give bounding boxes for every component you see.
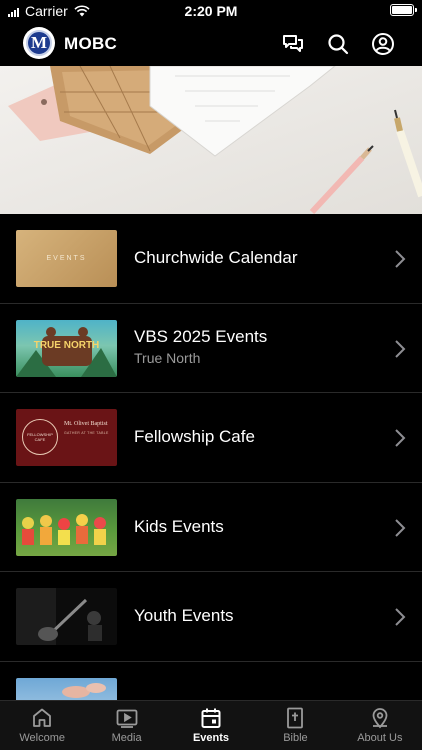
chevron-right-icon [395,339,406,358]
tab-label: Bible [283,732,308,744]
thumb-text: TRUE NORTH [33,339,100,351]
chevron-right-icon [395,429,406,447]
chevron-right-icon [395,608,406,626]
tab-label: Welcome [19,732,66,744]
app-logo[interactable]: M [23,27,55,59]
cafe-badge-text: FELLOWSHIP CAFE [27,432,53,442]
thumb-subtext: GATHER AT THE TABLE [64,431,109,435]
list-item[interactable]: Kids Events [0,483,422,572]
youth-photo [16,588,102,645]
tab-label: Events [192,732,230,744]
tab-bar: Welcome Media Events Bible About Us [0,700,422,750]
list-item[interactable]: TRUE NORTH VBS 2025 Events True North [0,304,422,393]
thumb-text: EVENTS [46,255,87,262]
tab-media[interactable]: Media [84,701,168,750]
tab-events[interactable]: Events [169,701,253,750]
hero-image [0,66,422,214]
event-thumbnail: EVENTS [16,230,117,287]
battery-icon [390,4,417,16]
event-thumbnail: FELLOWSHIP CAFE Mt. Olivet Baptist GATHE… [16,409,117,466]
event-thumbnail: TRUE NORTH [16,319,117,377]
bible-icon [287,707,304,729]
chevron-right-icon [395,518,406,537]
status-bar: Carrier 2:20 PM [0,0,422,22]
list-item[interactable]: EVENTS Churchwide Calendar [0,214,422,304]
account-icon[interactable] [371,32,395,56]
tab-about-us[interactable]: About Us [338,701,422,750]
cafe-badge: FELLOWSHIP CAFE [22,419,58,455]
list-item-title: Kids Events [134,516,224,536]
home-icon [33,708,52,727]
list-item[interactable]: FELLOWSHIP CAFE Mt. Olivet Baptist GATHE… [0,393,422,483]
app-header: M MOBC [0,22,422,66]
hero-illustration [0,66,422,214]
logo-letter: M [26,30,52,56]
chat-icon[interactable] [281,32,305,56]
thumb-text: Mt. Olivet Baptist [64,421,108,427]
tab-label: Media [111,732,142,744]
events-list: EVENTS Churchwide Calendar TRUE NORTH VB… [0,214,422,750]
list-item-subtitle: True North [134,349,201,366]
tab-welcome[interactable]: Welcome [0,701,84,750]
play-icon [116,709,138,728]
chevron-right-icon [395,250,406,268]
calendar-icon [201,708,221,728]
event-thumbnail [16,588,117,645]
search-icon[interactable] [326,32,350,56]
app-title: MOBC [64,34,118,53]
list-item[interactable]: Youth Events [0,572,422,662]
list-item-title: VBS 2025 Events [134,326,268,346]
tab-bible[interactable]: Bible [253,701,337,750]
list-item-title: Youth Events [134,606,234,625]
event-thumbnail [16,498,117,556]
location-pin-icon [372,708,388,729]
tab-label: About Us [357,732,403,744]
status-time: 2:20 PM [184,3,238,19]
kids-photo [22,513,106,545]
list-item-title: Churchwide Calendar [134,248,298,267]
list-item-title: Fellowship Cafe [134,427,255,446]
